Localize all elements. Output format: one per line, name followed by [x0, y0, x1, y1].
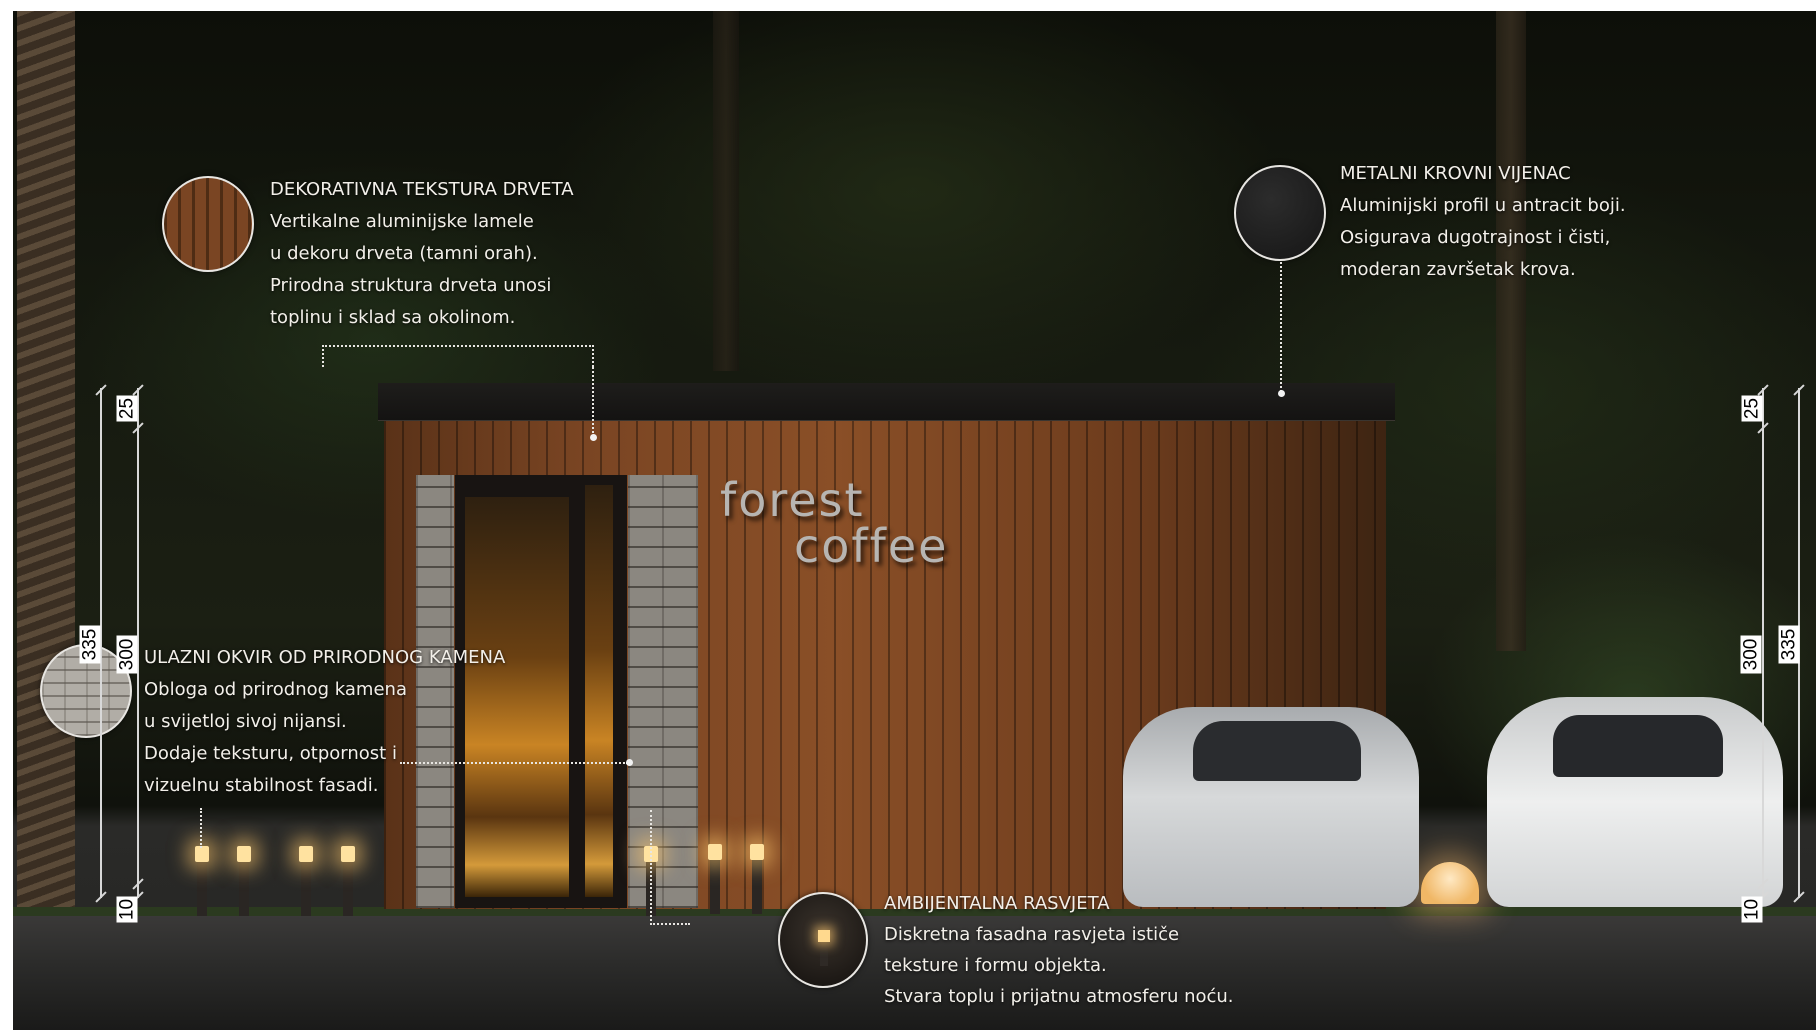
- tree-trunk-mid: [713, 11, 739, 371]
- dim-label-top: 25: [1741, 395, 1763, 422]
- annotation-stone-line: Dodaje teksturu, otpornost i: [144, 743, 397, 764]
- dim-line-inner: [1762, 388, 1764, 898]
- dim-label-bottom: 10: [1741, 896, 1763, 923]
- bollard-light: [341, 846, 355, 916]
- annotation-wood-title: DEKORATIVNA TEKSTURA DRVETA: [270, 179, 574, 200]
- palm-trunk-left: [17, 11, 75, 911]
- dim-label-top: 25: [116, 395, 138, 422]
- leader-stone: [400, 762, 628, 764]
- annotation-wood-line: u dekoru drveta (tamni orah).: [270, 243, 538, 264]
- leader-roof: [1280, 262, 1282, 392]
- dim-label-bottom: 10: [116, 896, 138, 923]
- globe-light: [1421, 862, 1479, 904]
- annotation-wood-line: Prirodna struktura drveta unosi: [270, 275, 552, 296]
- annotation-lighting-line: Stvara toplu i prijatnu atmosferu noću.: [884, 986, 1234, 1007]
- dim-label-wall: 300: [116, 635, 138, 674]
- bollard-light: [237, 846, 251, 916]
- bollard-light: [299, 846, 313, 916]
- leader-lighting-2: [650, 810, 690, 925]
- annotation-roof: METALNI KROVNI VIJENAC Aluminijski profi…: [1340, 158, 1626, 286]
- dim-label-wall: 300: [1740, 635, 1762, 674]
- annotation-stone-line: u svijetloj sivoj nijansi.: [144, 711, 347, 732]
- leader-stone-dot: [626, 759, 633, 766]
- wood-texture-swatch-icon: [162, 176, 254, 272]
- bollard-light-swatch-icon: [778, 892, 868, 988]
- annotation-stone-line: Obloga od prirodnog kamena: [144, 679, 407, 700]
- annotation-wood-line: toplinu i sklad sa okolinom.: [270, 307, 516, 328]
- annotation-stone: ULAZNI OKVIR OD PRIRODNOG KAMENA Obloga …: [144, 642, 505, 802]
- bollard-light: [750, 844, 764, 914]
- annotation-lighting-line: Diskretna fasadna rasvjeta ističe: [884, 924, 1180, 945]
- tree-trunk-right: [1496, 11, 1526, 651]
- annotation-roof-line: moderan završetak krova.: [1340, 259, 1576, 280]
- sign-coffee: coffee: [794, 519, 949, 573]
- leader-wood: [322, 345, 594, 367]
- annotation-roof-line: Aluminijski profil u antracit boji.: [1340, 195, 1626, 216]
- leader-wood-drop: [592, 367, 594, 437]
- car-hatchback-window: [1553, 715, 1723, 777]
- bollard-light: [195, 846, 209, 916]
- leader-lighting: [200, 808, 202, 848]
- bollard-light: [708, 844, 722, 914]
- roof-fascia: [378, 383, 1395, 421]
- dim-label-total: 335: [1778, 625, 1800, 664]
- annotation-lighting-title: AMBIJENTALNA RASVJETA: [884, 893, 1110, 914]
- annotation-stone-title: ULAZNI OKVIR OD PRIRODNOG KAMENA: [144, 647, 506, 668]
- leader-roof-dot: [1278, 390, 1285, 397]
- dim-label-total: 335: [79, 625, 101, 664]
- annotation-stone-line: vizuelnu stabilnost fasadi.: [144, 775, 379, 796]
- mini-bollard-icon: [818, 930, 830, 966]
- annotation-lighting-line: teksture i formu objekta.: [884, 955, 1107, 976]
- annotation-roof-line: Osigurava dugotrajnost i čisti,: [1340, 227, 1611, 248]
- annotation-wood: DEKORATIVNA TEKSTURA DRVETA Vertikalne a…: [270, 174, 574, 334]
- annotation-wood-line: Vertikalne aluminijske lamele: [270, 211, 534, 232]
- annotation-lighting: AMBIJENTALNA RASVJETA Diskretna fasadna …: [884, 888, 1234, 1012]
- leader-wood-dot: [590, 434, 597, 441]
- door-glass-right: [585, 485, 613, 897]
- annotation-roof-title: METALNI KROVNI VIJENAC: [1340, 163, 1571, 184]
- metal-roof-swatch-icon: [1234, 165, 1326, 261]
- car-sedan-window: [1193, 721, 1361, 781]
